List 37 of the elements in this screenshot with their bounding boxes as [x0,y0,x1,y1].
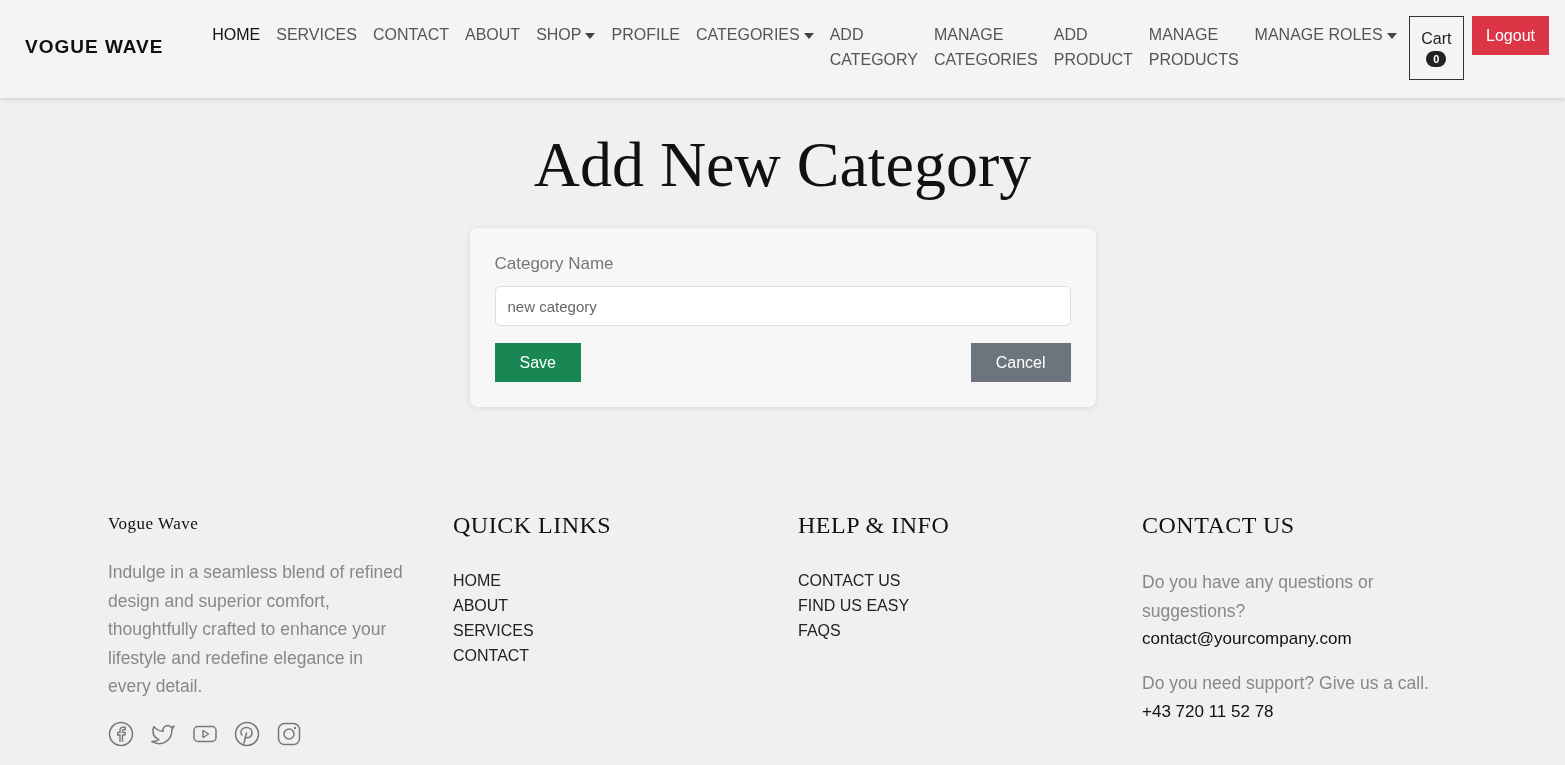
footer-heading: CONTACT US [1142,512,1295,539]
nav-link[interactable]: ADD CATEGORY [821,16,926,72]
nav-link[interactable]: MANAGE PRODUCTS [1140,16,1247,72]
contact-question: Do you have any questions or suggestions? [1142,571,1375,623]
phone-number: +43 720 11 52 78 [1142,700,1274,723]
footer-link[interactable]: CONTACT [453,643,530,668]
footer-brand: Vogue Wave [108,514,199,534]
save-button[interactable]: Save [494,343,581,382]
page-title: Add New Category [533,128,1032,202]
footer-link[interactable]: FAQS [798,618,841,643]
email-link[interactable]: contact@yourcompany.com [1142,625,1352,653]
footer-link[interactable]: ABOUT [453,593,509,618]
nav-link[interactable]: MANAGE ROLES [1246,16,1405,47]
footer-link[interactable]: FIND US EASY [798,593,910,618]
nav-link[interactable]: MANAGE CATEGORIES [926,16,1046,72]
support-text: Do you need support? Give us a call. [1142,672,1430,695]
brand-logo[interactable]: VOGUE WAVE [25,36,205,58]
cart-count-badge: 0 [1426,50,1447,67]
field-label: Category Name [494,254,615,274]
nav-link[interactable]: PROFILE [603,16,688,47]
cancel-button[interactable]: Cancel [970,343,1071,382]
nav-link[interactable]: SERVICES [268,16,365,47]
footer-heading: QUICK LINKS [453,512,612,539]
nav-link[interactable]: SHOP [528,16,604,47]
footer-link[interactable]: CONTACT US [798,568,901,593]
nav-link[interactable]: ADD PRODUCT [1045,16,1141,72]
footer-link[interactable]: HOME [453,568,501,593]
footer-description: Indulge in a seamless blend of refined design and superior comfort, thoughtfully crafted to enhance your lifestyle and redefine elegance in every detail. [108,561,404,698]
logout-button[interactable]: Logout [1472,16,1549,55]
footer-heading: HELP & INFO [798,512,950,539]
category-name-input[interactable]: new category [494,286,1071,326]
nav-link[interactable]: HOME [204,16,269,47]
footer-link[interactable]: SERVICES [453,618,534,643]
nav-link[interactable]: CONTACT [364,16,457,47]
nav-link[interactable]: ABOUT [457,16,529,47]
nav-link[interactable]: CATEGORIES [687,16,822,47]
cart-button[interactable]: Cart 0 [1408,16,1465,80]
